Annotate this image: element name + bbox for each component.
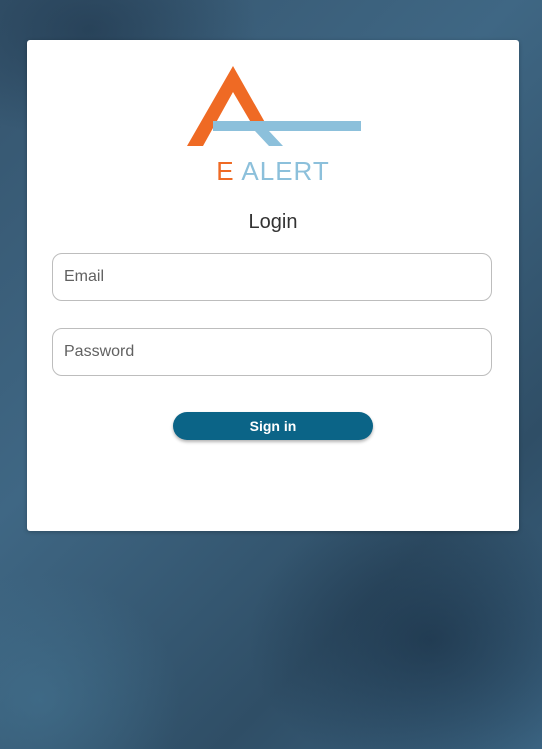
login-card: E ALERT Login Sign in (27, 40, 519, 531)
logo-wordmark: E ALERT (27, 156, 519, 186)
logo-word: ALERT (241, 156, 330, 186)
logo-letter: E (216, 156, 235, 186)
sign-in-button[interactable]: Sign in (173, 412, 373, 440)
password-field[interactable] (52, 328, 492, 376)
email-field[interactable] (52, 253, 492, 301)
page-title: Login (248, 211, 298, 233)
